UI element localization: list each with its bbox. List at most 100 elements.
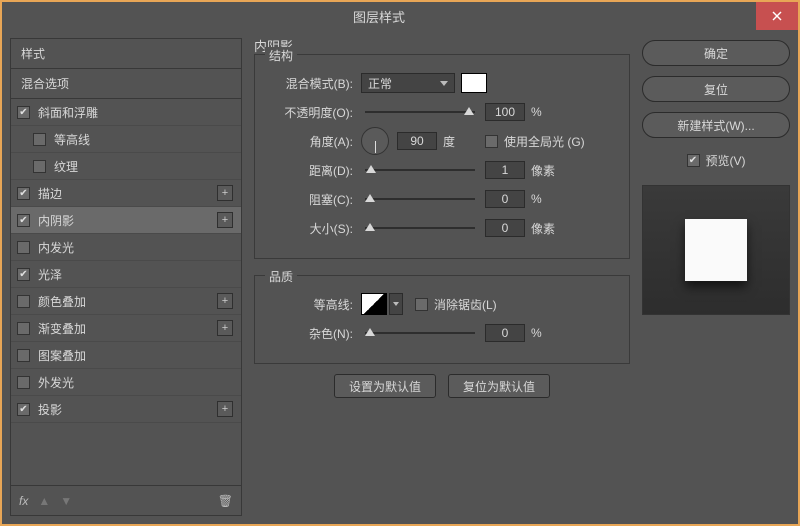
preview-swatch — [685, 219, 747, 281]
style-label: 内阴影 — [38, 212, 217, 229]
opacity-unit: % — [531, 105, 561, 119]
add-effect-icon[interactable]: + — [217, 320, 233, 336]
size-input[interactable]: 0 — [485, 219, 525, 237]
add-effect-icon[interactable]: + — [217, 401, 233, 417]
titlebar: 图层样式 — [2, 2, 798, 30]
preview-label: 预览(V) — [706, 152, 746, 169]
opacity-input[interactable]: 100 — [485, 103, 525, 121]
noise-input[interactable]: 0 — [485, 324, 525, 342]
angle-input[interactable]: 90 — [397, 132, 437, 150]
opacity-label: 不透明度(O): — [269, 104, 353, 121]
cancel-button[interactable]: 复位 — [642, 76, 790, 102]
preview-checkbox[interactable] — [687, 154, 700, 167]
choke-unit: % — [531, 192, 561, 206]
styles-sidebar: 样式 混合选项 斜面和浮雕等高线纹理描边+内阴影+内发光光泽颜色叠加+渐变叠加+… — [10, 38, 242, 516]
move-up-icon[interactable]: ▲ — [38, 494, 50, 508]
style-row-2[interactable]: 纹理 — [11, 153, 241, 180]
sidebar-header-styles[interactable]: 样式 — [11, 39, 241, 69]
antialias-checkbox[interactable] — [415, 298, 428, 311]
move-down-icon[interactable]: ▼ — [60, 494, 72, 508]
choke-row: 阻塞(C): 0 % — [269, 186, 615, 212]
style-list: 斜面和浮雕等高线纹理描边+内阴影+内发光光泽颜色叠加+渐变叠加+图案叠加外发光投… — [11, 99, 241, 485]
distance-input[interactable]: 1 — [485, 161, 525, 179]
style-label: 斜面和浮雕 — [38, 104, 233, 121]
style-label: 描边 — [38, 185, 217, 202]
style-label: 等高线 — [54, 131, 233, 148]
opacity-row: 不透明度(O): 100 % — [269, 99, 615, 125]
style-checkbox[interactable] — [17, 376, 30, 389]
style-checkbox[interactable] — [17, 106, 30, 119]
global-light-checkbox[interactable] — [485, 135, 498, 148]
fx-menu-icon[interactable]: fx — [19, 494, 28, 508]
style-row-0[interactable]: 斜面和浮雕 — [11, 99, 241, 126]
choke-label: 阻塞(C): — [269, 191, 353, 208]
style-label: 投影 — [38, 401, 217, 418]
close-button[interactable] — [756, 2, 798, 30]
choke-slider[interactable] — [365, 192, 475, 206]
style-label: 内发光 — [38, 239, 233, 256]
style-row-1[interactable]: 等高线 — [11, 126, 241, 153]
structure-group: 结构 混合模式(B): 正常 不透明度(O): 100 % 角度(A): 90 — [254, 54, 630, 259]
style-label: 渐变叠加 — [38, 320, 217, 337]
style-row-3[interactable]: 描边+ — [11, 180, 241, 207]
choke-input[interactable]: 0 — [485, 190, 525, 208]
style-row-8[interactable]: 渐变叠加+ — [11, 315, 241, 342]
size-unit: 像素 — [531, 220, 561, 237]
style-row-4[interactable]: 内阴影+ — [11, 207, 241, 234]
sidebar-footer: fx ▲ ▼ 🗑 — [11, 485, 241, 515]
style-label: 图案叠加 — [38, 347, 233, 364]
antialias-label: 消除锯齿(L) — [434, 296, 497, 313]
style-label: 颜色叠加 — [38, 293, 217, 310]
style-row-6[interactable]: 光泽 — [11, 261, 241, 288]
style-checkbox[interactable] — [17, 349, 30, 362]
new-style-button[interactable]: 新建样式(W)... — [642, 112, 790, 138]
distance-slider[interactable] — [365, 163, 475, 177]
style-checkbox[interactable] — [33, 133, 46, 146]
preview-toggle[interactable]: 预览(V) — [642, 152, 790, 169]
ok-button[interactable]: 确定 — [642, 40, 790, 66]
style-checkbox[interactable] — [33, 160, 46, 173]
style-checkbox[interactable] — [17, 214, 30, 227]
distance-row: 距离(D): 1 像素 — [269, 157, 615, 183]
noise-label: 杂色(N): — [269, 325, 353, 342]
size-row: 大小(S): 0 像素 — [269, 215, 615, 241]
layer-style-dialog: 图层样式 样式 混合选项 斜面和浮雕等高线纹理描边+内阴影+内发光光泽颜色叠加+… — [0, 0, 800, 526]
dialog-body: 样式 混合选项 斜面和浮雕等高线纹理描边+内阴影+内发光光泽颜色叠加+渐变叠加+… — [2, 30, 798, 524]
structure-legend: 结构 — [265, 47, 297, 64]
style-checkbox[interactable] — [17, 295, 30, 308]
style-label: 外发光 — [38, 374, 233, 391]
sidebar-header-blend[interactable]: 混合选项 — [11, 69, 241, 99]
contour-dropdown[interactable] — [389, 293, 403, 315]
trash-icon[interactable]: 🗑 — [218, 494, 233, 508]
contour-picker[interactable] — [361, 293, 387, 315]
blend-mode-select[interactable]: 正常 — [361, 73, 455, 93]
style-checkbox[interactable] — [17, 241, 30, 254]
window-title: 图层样式 — [2, 7, 756, 26]
add-effect-icon[interactable]: + — [217, 293, 233, 309]
style-row-7[interactable]: 颜色叠加+ — [11, 288, 241, 315]
reset-default-button[interactable]: 复位为默认值 — [448, 374, 550, 398]
style-label: 纹理 — [54, 158, 233, 175]
style-row-9[interactable]: 图案叠加 — [11, 342, 241, 369]
style-checkbox[interactable] — [17, 268, 30, 281]
add-effect-icon[interactable]: + — [217, 185, 233, 201]
style-checkbox[interactable] — [17, 403, 30, 416]
angle-dial[interactable] — [361, 127, 389, 155]
style-row-5[interactable]: 内发光 — [11, 234, 241, 261]
style-checkbox[interactable] — [17, 187, 30, 200]
make-default-button[interactable]: 设置为默认值 — [334, 374, 436, 398]
add-effect-icon[interactable]: + — [217, 212, 233, 228]
color-swatch[interactable] — [461, 73, 487, 93]
right-panel: 确定 复位 新建样式(W)... 预览(V) — [642, 38, 790, 516]
size-slider[interactable] — [365, 221, 475, 235]
angle-row: 角度(A): 90 度 使用全局光 (G) — [269, 128, 615, 154]
noise-unit: % — [531, 326, 561, 340]
opacity-slider[interactable] — [365, 105, 475, 119]
contour-row: 等高线: 消除锯齿(L) — [269, 291, 615, 317]
style-checkbox[interactable] — [17, 322, 30, 335]
noise-slider[interactable] — [365, 326, 475, 340]
contour-label: 等高线: — [269, 296, 353, 313]
angle-unit: 度 — [443, 133, 473, 150]
style-row-11[interactable]: 投影+ — [11, 396, 241, 423]
style-row-10[interactable]: 外发光 — [11, 369, 241, 396]
